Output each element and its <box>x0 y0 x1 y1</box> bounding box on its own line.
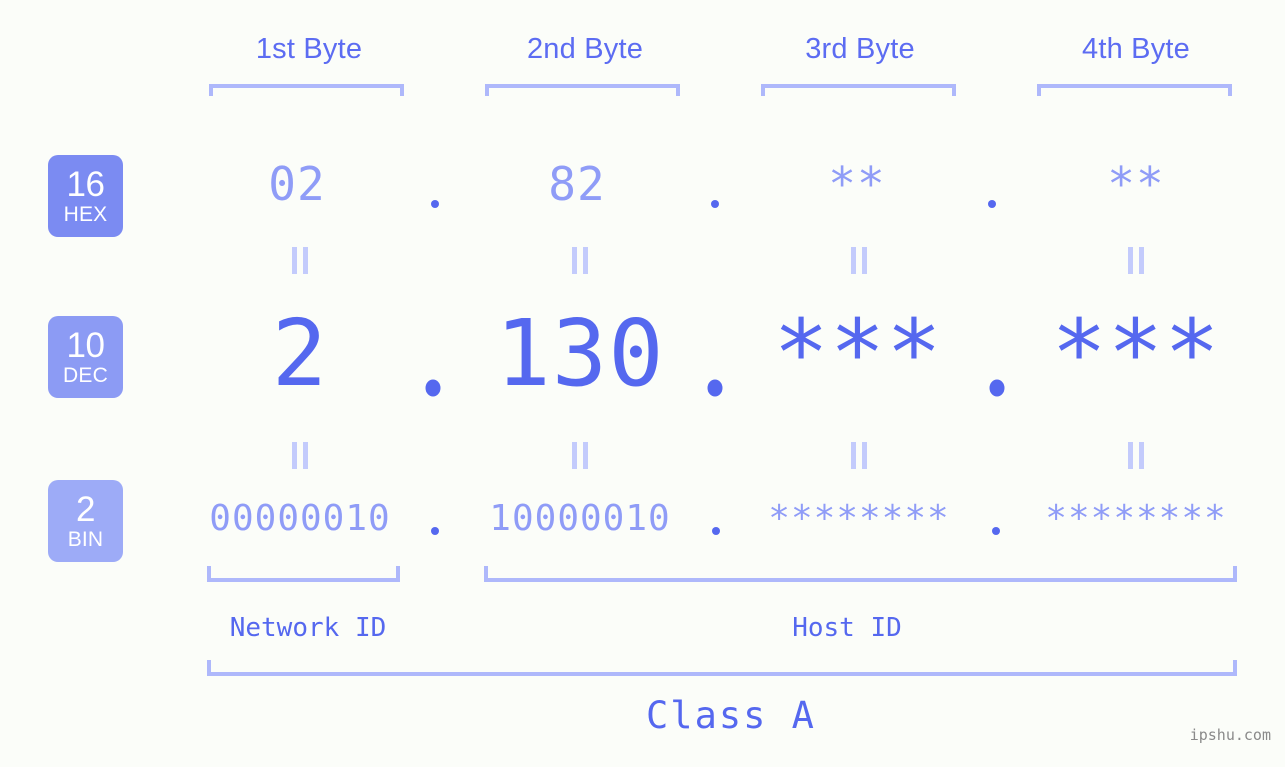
byte-bracket-top-2 <box>485 84 680 96</box>
bin-byte-3-value: ******** <box>768 498 950 539</box>
bin-separator-dot-3 <box>992 527 1000 535</box>
base-badge-bin: 2 BIN <box>48 480 123 562</box>
base-badge-bin-number: 2 <box>76 490 95 529</box>
base-badge-dec-name: DEC <box>63 364 108 387</box>
dec-byte-3-value: *** <box>773 300 943 407</box>
dec-separator-dot-3 <box>989 379 1005 397</box>
hex-byte-2-value: 82 <box>548 157 606 211</box>
byte-header-1: 1st Byte <box>255 33 363 65</box>
equals-mark-hex-dec-4 <box>1128 247 1144 274</box>
byte-bracket-top-4 <box>1037 84 1232 96</box>
bin-byte-4-value: ******** <box>1045 498 1227 539</box>
class-label: Class A <box>646 694 816 737</box>
equals-mark-dec-bin-2 <box>572 442 588 469</box>
network-id-bracket <box>207 566 400 582</box>
base-badge-dec: 10 DEC <box>48 316 123 398</box>
base-badge-hex-name: HEX <box>63 203 108 226</box>
class-bracket <box>207 660 1237 676</box>
bin-separator-dot-2 <box>712 527 720 535</box>
byte-header-3: 3rd Byte <box>805 33 915 65</box>
byte-bracket-top-1 <box>209 84 404 96</box>
dec-byte-2-value: 130 <box>495 300 665 407</box>
byte-header-2: 2nd Byte <box>526 33 644 65</box>
equals-mark-dec-bin-3 <box>851 442 867 469</box>
equals-mark-dec-bin-4 <box>1128 442 1144 469</box>
host-id-bracket <box>484 566 1237 582</box>
bin-byte-2-value: 10000010 <box>489 498 671 539</box>
dec-byte-4-value: *** <box>1051 300 1221 407</box>
hex-separator-dot-3 <box>988 200 996 208</box>
hex-byte-4-value: ** <box>1107 157 1165 211</box>
base-badge-hex-number: 16 <box>66 165 105 204</box>
bin-separator-dot-1 <box>431 527 439 535</box>
hex-separator-dot-1 <box>431 200 439 208</box>
site-watermark: ipshu.com <box>1189 726 1271 744</box>
byte-header-4: 4th Byte <box>1082 33 1190 65</box>
ip-address-breakdown-diagram: 1st Byte 2nd Byte 3rd Byte 4th Byte 16 H… <box>0 0 1285 767</box>
equals-mark-hex-dec-2 <box>572 247 588 274</box>
hex-separator-dot-2 <box>711 200 719 208</box>
hex-byte-1-value: 02 <box>268 157 326 211</box>
base-badge-bin-name: BIN <box>67 528 104 551</box>
base-badge-hex: 16 HEX <box>48 155 123 237</box>
equals-mark-hex-dec-3 <box>851 247 867 274</box>
host-id-label: Host ID <box>792 613 902 643</box>
equals-mark-hex-dec-1 <box>292 247 308 274</box>
hex-byte-3-value: ** <box>828 157 886 211</box>
dec-separator-dot-1 <box>425 379 441 397</box>
bin-byte-1-value: 00000010 <box>209 498 391 539</box>
dec-byte-1-value: 2 <box>271 300 329 407</box>
base-badge-dec-number: 10 <box>66 326 105 365</box>
equals-mark-dec-bin-1 <box>292 442 308 469</box>
byte-bracket-top-3 <box>761 84 956 96</box>
network-id-label: Network ID <box>229 613 387 643</box>
dec-separator-dot-2 <box>707 379 723 397</box>
